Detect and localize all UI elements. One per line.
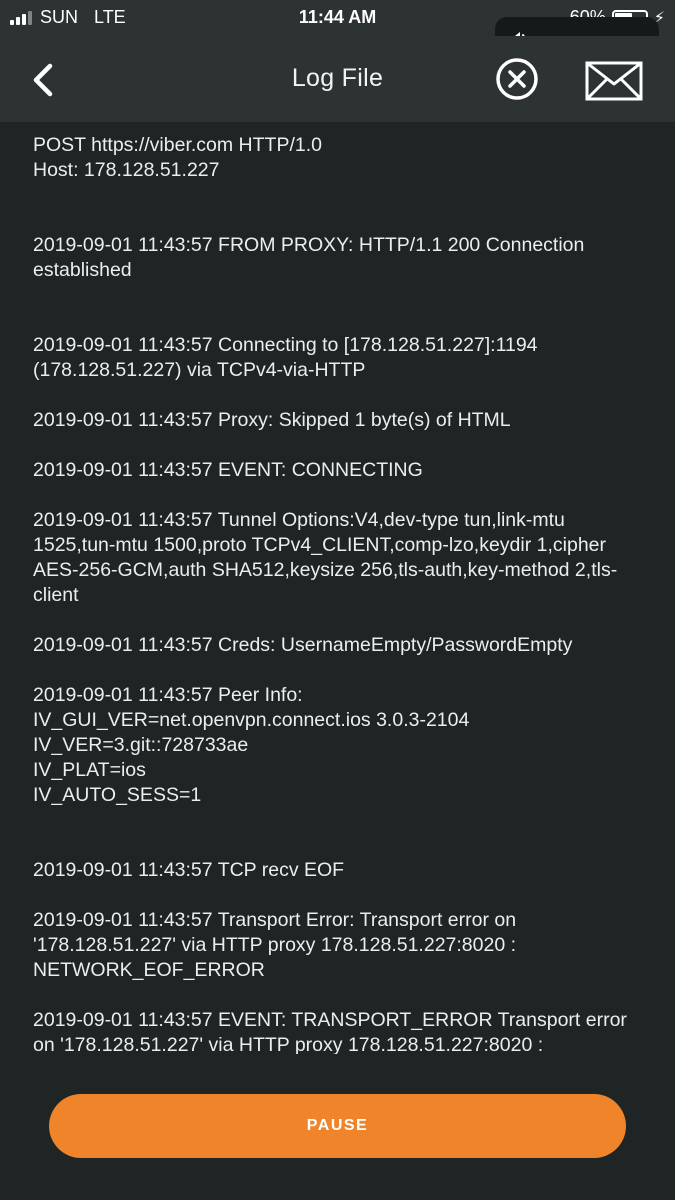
log-entry: POST https://viber.com HTTP/1.0 Host: 17… [33, 134, 322, 181]
close-circle-icon [496, 58, 538, 100]
log-entry: 2019-09-01 11:43:57 Peer Info: IV_GUI_VE… [33, 684, 470, 806]
log-entry: 2019-09-01 11:43:57 Creds: UsernameEmpty… [33, 634, 573, 656]
log-text-view[interactable]: POST https://viber.com HTTP/1.0 Host: 17… [33, 122, 645, 1054]
log-entry: 2019-09-01 11:43:57 FROM PROXY: HTTP/1.1… [33, 234, 590, 281]
log-entry: 2019-09-01 11:43:57 Transport Error: Tra… [33, 909, 522, 981]
log-entry: 2019-09-01 11:43:57 EVENT: TRANSPORT_ERR… [33, 1009, 633, 1054]
log-entry: 2019-09-01 11:43:57 Tunnel Options:V4,de… [33, 509, 618, 606]
log-entry: 2019-09-01 11:43:57 EVENT: CONNECTING [33, 459, 423, 481]
email-log-button[interactable] [584, 60, 644, 102]
log-entry: 2019-09-01 11:43:57 Proxy: Skipped 1 byt… [33, 409, 511, 431]
clear-log-button[interactable] [494, 56, 540, 102]
header-bar: Log File [0, 36, 675, 122]
bottom-bar: PAUSE [0, 1054, 675, 1200]
mail-icon [585, 61, 643, 101]
pause-button[interactable]: PAUSE [49, 1094, 626, 1158]
page-title: Log File [291, 64, 384, 92]
log-entry: 2019-09-01 11:43:57 TCP recv EOF [33, 859, 345, 881]
log-entry: 2019-09-01 11:43:57 Connecting to [178.1… [33, 334, 543, 381]
